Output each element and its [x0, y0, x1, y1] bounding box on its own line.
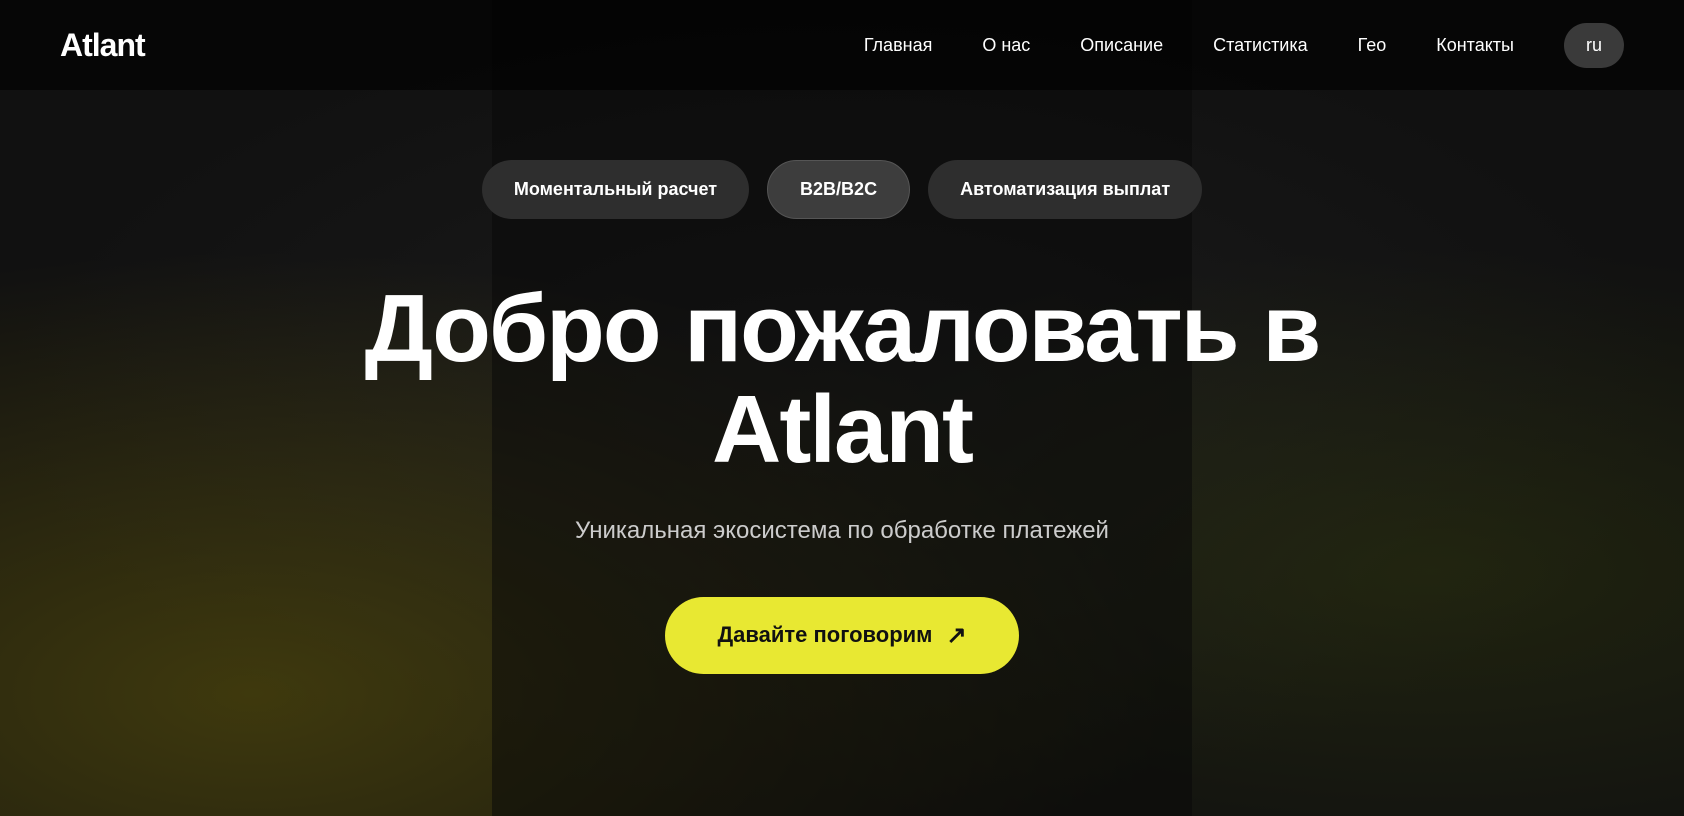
- nav-item-geo[interactable]: Гео: [1358, 35, 1387, 56]
- nav-item-home[interactable]: Главная: [864, 35, 933, 56]
- nav-item-stats[interactable]: Статистика: [1213, 35, 1308, 56]
- main-headline: Добро пожаловать в Atlant: [365, 279, 1320, 481]
- nav-link-description[interactable]: Описание: [1080, 35, 1163, 55]
- headline-line2: Atlant: [365, 380, 1320, 481]
- nav-link-contacts[interactable]: Контакты: [1436, 35, 1514, 55]
- badge-b2b-b2c[interactable]: B2B/B2C: [767, 160, 910, 219]
- navbar: Atlant Главная О нас Описание Статистика…: [0, 0, 1684, 90]
- cta-arrow-icon: ↗: [946, 621, 966, 650]
- hero-subtitle: Уникальная экосистема по обработке плате…: [575, 517, 1109, 545]
- nav-link-home[interactable]: Главная: [864, 35, 933, 55]
- logo[interactable]: Atlant: [60, 27, 145, 64]
- nav-item-contacts[interactable]: Контакты: [1436, 35, 1514, 56]
- feature-badges: Моментальный расчет B2B/B2C Автоматизаци…: [482, 160, 1202, 219]
- nav-link-about[interactable]: О нас: [982, 35, 1030, 55]
- hero-section: Моментальный расчет B2B/B2C Автоматизаци…: [0, 90, 1684, 674]
- badge-instant-calc[interactable]: Моментальный расчет: [482, 160, 749, 219]
- headline-line1: Добро пожаловать в: [365, 279, 1320, 380]
- nav-links: Главная О нас Описание Статистика Гео Ко…: [864, 35, 1514, 56]
- cta-button[interactable]: Давайте поговорим ↗: [665, 597, 1018, 674]
- nav-item-description[interactable]: Описание: [1080, 35, 1163, 56]
- nav-link-geo[interactable]: Гео: [1358, 35, 1387, 55]
- nav-item-about[interactable]: О нас: [982, 35, 1030, 56]
- badge-auto-payouts[interactable]: Автоматизация выплат: [928, 160, 1202, 219]
- language-button[interactable]: ru: [1564, 23, 1624, 68]
- nav-link-stats[interactable]: Статистика: [1213, 35, 1308, 55]
- cta-label: Давайте поговорим: [717, 622, 932, 648]
